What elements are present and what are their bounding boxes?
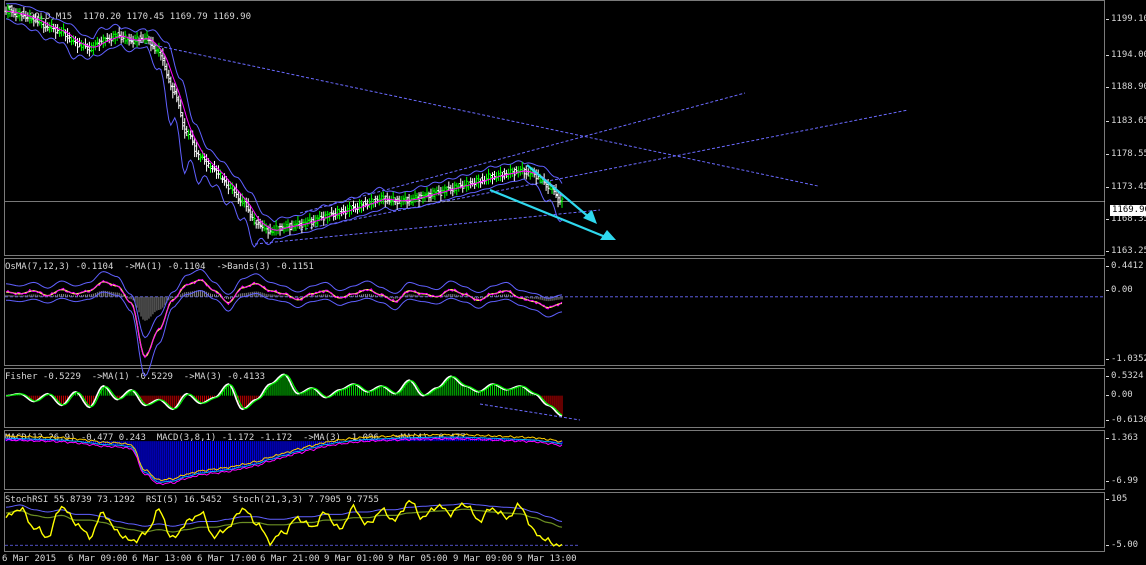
stoch-rsi-line <box>5 499 563 548</box>
down-arrow-2-head <box>583 210 597 224</box>
trend-line-up-steep <box>299 92 746 214</box>
trend-line-up <box>299 109 909 231</box>
osma-lower-band <box>6 290 563 377</box>
chart-plot-area <box>4 3 1105 548</box>
stoch-main-line <box>5 502 563 527</box>
trend-line-down <box>129 39 819 187</box>
fisher-trend-line <box>479 403 581 421</box>
osma-upper-band <box>5 268 563 339</box>
channel-line <box>254 209 601 245</box>
upper-band <box>5 3 563 223</box>
